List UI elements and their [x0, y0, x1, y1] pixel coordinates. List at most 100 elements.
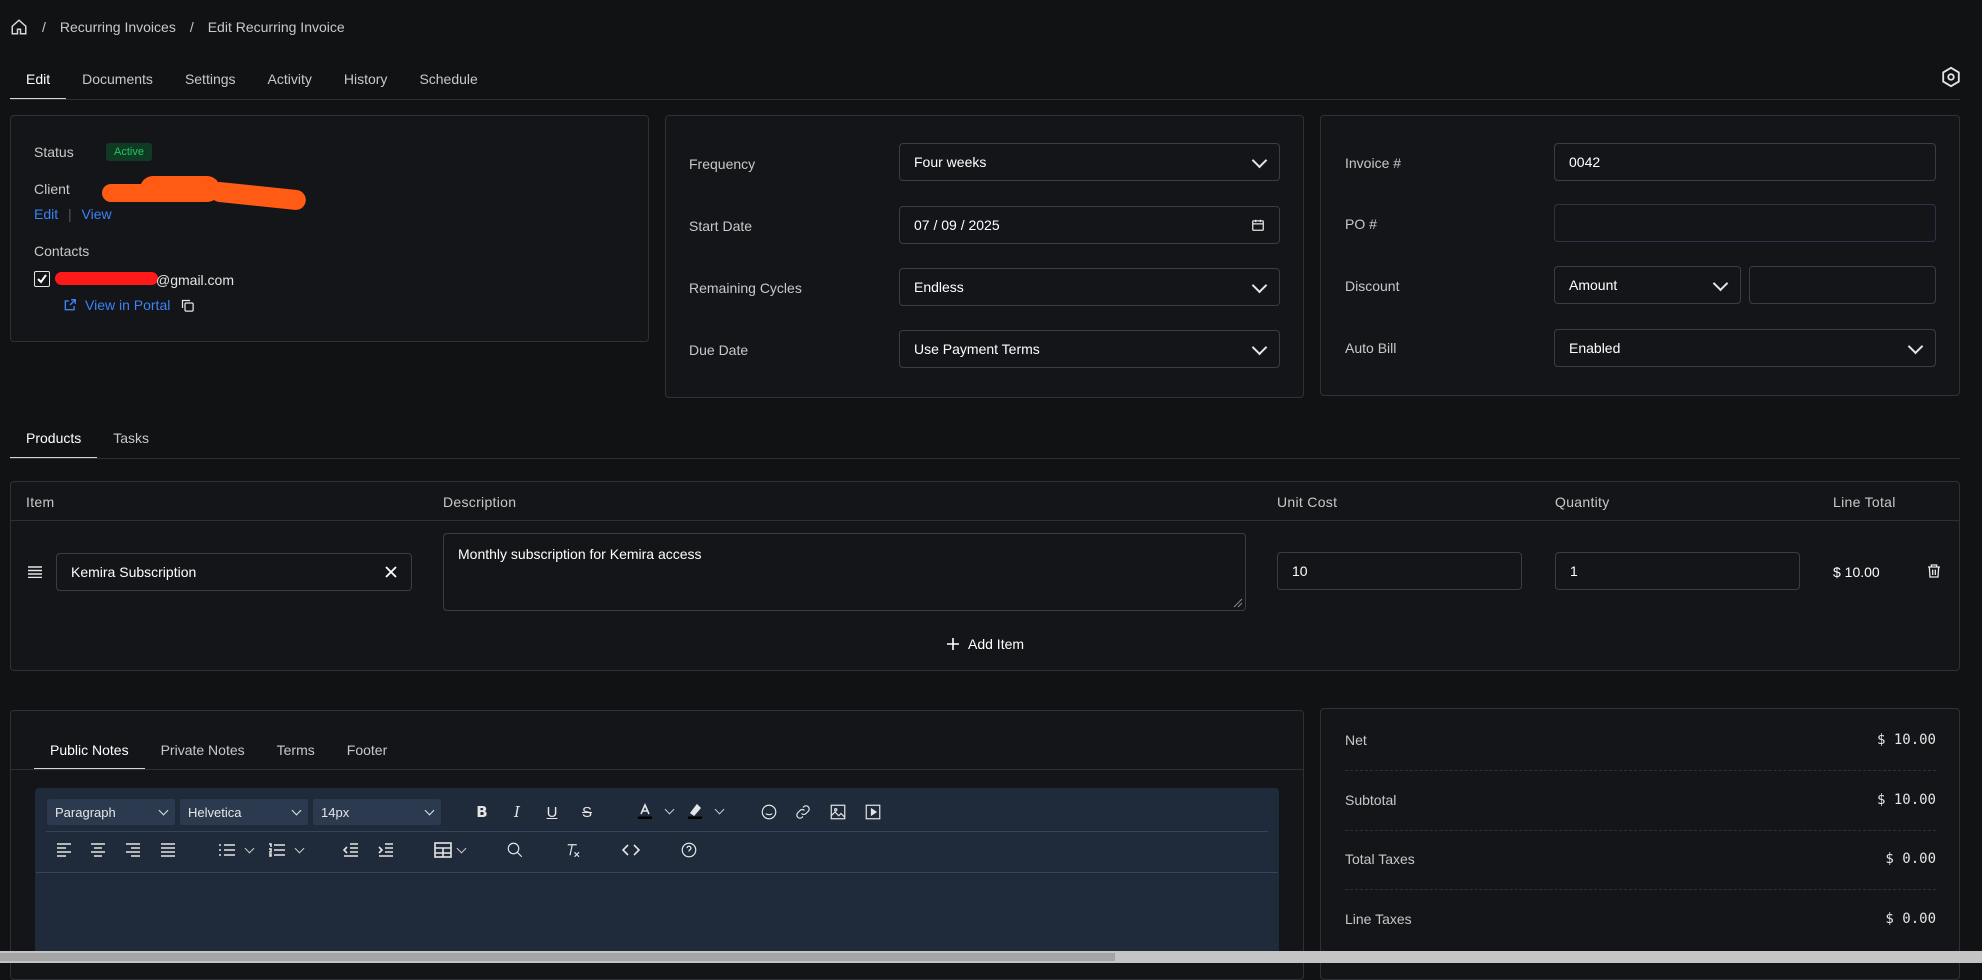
external-link-icon[interactable] [63, 298, 77, 312]
remaining-cycles-value: Endless [914, 279, 964, 295]
view-in-portal-link[interactable]: View in Portal [85, 297, 170, 313]
strikethrough-icon[interactable]: S [576, 801, 598, 823]
line-total-value: $ 10.00 [1833, 564, 1880, 580]
source-code-icon[interactable] [620, 839, 642, 861]
tab-public-notes[interactable]: Public Notes [34, 739, 145, 770]
totals-divider [1345, 889, 1936, 890]
underline-icon[interactable]: U [541, 801, 563, 823]
contact-checkbox[interactable] [34, 271, 50, 287]
client-links: Edit | View [34, 206, 112, 222]
bullet-list-icon[interactable] [216, 839, 238, 861]
header-item: Item [26, 494, 55, 510]
align-right-icon[interactable] [122, 839, 144, 861]
tab-activity[interactable]: Activity [252, 68, 328, 100]
auto-bill-select[interactable]: Enabled [1554, 329, 1936, 367]
breadcrumb-separator: / [189, 19, 194, 35]
link-icon[interactable] [792, 801, 814, 823]
align-justify-icon[interactable] [157, 839, 179, 861]
start-date-input[interactable]: 07 / 09 / 2025 [899, 206, 1280, 244]
quantity-input[interactable]: 1 [1555, 552, 1800, 590]
horizontal-scrollbar[interactable] [0, 951, 1982, 963]
font-family-value: Helvetica [188, 804, 242, 820]
discount-value-input[interactable] [1749, 266, 1936, 304]
redaction-mark [55, 272, 158, 285]
clear-icon[interactable] [385, 566, 397, 578]
totals-divider [1345, 770, 1936, 771]
due-date-select[interactable]: Use Payment Terms [899, 330, 1280, 368]
image-icon[interactable] [827, 801, 849, 823]
home-icon[interactable] [10, 18, 28, 36]
emoji-icon[interactable] [758, 801, 780, 823]
contacts-label: Contacts [34, 243, 90, 259]
header-quantity: Quantity [1555, 494, 1610, 510]
bold-icon[interactable]: B [471, 801, 493, 823]
breadcrumb-separator: / [42, 19, 46, 35]
align-center-icon[interactable] [87, 839, 109, 861]
description-textarea[interactable]: Monthly subscription for Kemira access [443, 533, 1246, 611]
add-item-button[interactable]: Add Item [946, 636, 1024, 652]
tab-edit[interactable]: Edit [10, 68, 67, 100]
font-size-select[interactable]: 14px [313, 799, 441, 825]
scrollbar-thumb[interactable] [0, 953, 1115, 961]
chevron-down-icon [1251, 339, 1268, 355]
outdent-icon[interactable] [340, 839, 362, 861]
tab-documents[interactable]: Documents [66, 68, 169, 100]
frequency-label: Frequency [689, 156, 756, 172]
tab-tasks[interactable]: Tasks [97, 427, 165, 459]
discount-label: Discount [1345, 278, 1400, 294]
tab-schedule[interactable]: Schedule [403, 68, 493, 100]
header-unit-cost: Unit Cost [1277, 494, 1338, 510]
align-left-icon[interactable] [53, 839, 75, 861]
copy-icon[interactable] [180, 298, 195, 313]
tab-history[interactable]: History [328, 68, 404, 100]
indent-icon[interactable] [375, 839, 397, 861]
redaction-mark [140, 176, 220, 202]
numbered-list-icon[interactable] [266, 839, 288, 861]
clear-formatting-icon[interactable] [562, 839, 584, 861]
totals-divider [1345, 830, 1936, 831]
help-icon[interactable] [678, 839, 700, 861]
tab-private-notes[interactable]: Private Notes [145, 739, 261, 771]
remaining-cycles-label: Remaining Cycles [689, 280, 802, 296]
chevron-down-icon [291, 805, 302, 815]
client-edit-link[interactable]: Edit [34, 206, 58, 222]
table-header-divider [11, 520, 1959, 521]
chevron-down-icon [424, 805, 435, 815]
remaining-cycles-select[interactable]: Endless [899, 268, 1280, 306]
search-icon[interactable] [504, 839, 526, 861]
subtotal-value: $ 10.00 [1876, 792, 1936, 808]
italic-icon[interactable]: I [506, 801, 528, 823]
client-view-link[interactable]: View [82, 206, 112, 222]
breadcrumb-recurring-invoices[interactable]: Recurring Invoices [60, 19, 176, 35]
unit-cost-input[interactable]: 10 [1277, 552, 1522, 590]
tab-footer[interactable]: Footer [331, 739, 403, 771]
plus-icon [946, 637, 960, 651]
tab-terms[interactable]: Terms [261, 739, 331, 771]
notes-tabs: Public Notes Private Notes Terms Footer [34, 739, 403, 771]
settings-gear-icon[interactable] [1940, 66, 1962, 91]
table-icon[interactable] [432, 839, 454, 861]
text-color-icon[interactable] [634, 800, 656, 822]
font-family-select[interactable]: Helvetica [180, 799, 308, 825]
discount-type-select[interactable]: Amount [1554, 266, 1741, 304]
tab-products[interactable]: Products [10, 427, 98, 459]
trash-icon[interactable] [1926, 562, 1942, 583]
highlight-color-icon[interactable] [684, 800, 706, 822]
breadcrumb-current: Edit Recurring Invoice [207, 19, 345, 35]
tab-settings[interactable]: Settings [169, 68, 252, 100]
toolbar-divider [46, 831, 1268, 832]
product-item-input[interactable]: Kemira Subscription [56, 553, 412, 591]
resize-handle-icon[interactable] [1233, 598, 1243, 608]
invoice-number-input[interactable]: 0042 [1554, 143, 1936, 181]
po-number-input[interactable] [1554, 204, 1936, 242]
calendar-icon[interactable] [1251, 218, 1265, 232]
line-taxes-label: Line Taxes [1345, 911, 1412, 927]
invoice-number-value: 0042 [1569, 154, 1601, 170]
block-format-select[interactable]: Paragraph [47, 799, 175, 825]
product-tabs: Products Tasks [10, 427, 165, 459]
status-label: Status [34, 144, 74, 160]
media-icon[interactable] [862, 801, 884, 823]
drag-handle-icon[interactable] [28, 565, 42, 581]
chevron-down-icon [1251, 152, 1268, 168]
frequency-select[interactable]: Four weeks [899, 143, 1280, 181]
